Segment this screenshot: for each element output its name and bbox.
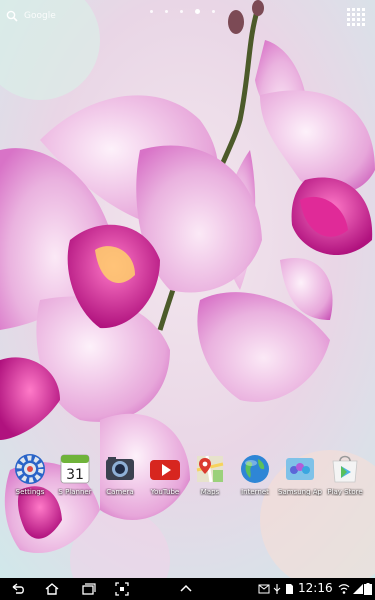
app-label: S Planner bbox=[58, 488, 92, 496]
page-dot bbox=[165, 10, 168, 13]
page-dot bbox=[180, 10, 183, 13]
app-label: Play Store bbox=[327, 488, 363, 496]
app-camera[interactable]: Camera bbox=[97, 452, 143, 496]
app-label: Samsung Ap bbox=[278, 488, 322, 496]
calendar-day: 31 bbox=[66, 467, 84, 483]
play-store-icon bbox=[332, 455, 358, 483]
app-samsung-apps[interactable]: Samsung Ap bbox=[277, 452, 323, 496]
samsung-apps-icon bbox=[286, 458, 314, 480]
google-search-bar[interactable]: Google bbox=[6, 6, 56, 26]
app-maps[interactable]: Maps bbox=[187, 452, 233, 496]
search-icon bbox=[6, 10, 18, 22]
page-dot-active bbox=[195, 9, 200, 14]
settings-icon bbox=[15, 454, 45, 484]
home-icon[interactable] bbox=[44, 581, 60, 597]
app-label: Settings bbox=[15, 488, 45, 496]
app-s-planner[interactable]: 31 S Planner bbox=[52, 452, 98, 496]
app-label: Maps bbox=[200, 488, 220, 496]
app-dock: Settings 31 S Planner Camera YouTube Map… bbox=[0, 452, 375, 504]
chevron-up-icon[interactable] bbox=[178, 581, 194, 597]
recent-apps-icon[interactable] bbox=[80, 581, 96, 597]
calendar-icon: 31 bbox=[60, 454, 90, 484]
app-youtube[interactable]: YouTube bbox=[142, 452, 188, 496]
camera-icon bbox=[106, 457, 134, 480]
page-dot bbox=[150, 10, 153, 13]
app-label: YouTube bbox=[150, 488, 180, 496]
app-label: Internet bbox=[241, 488, 269, 496]
notification-icon bbox=[258, 584, 270, 594]
battery-icon bbox=[364, 583, 372, 595]
app-settings[interactable]: Settings bbox=[7, 452, 53, 496]
sd-card-icon bbox=[286, 584, 293, 594]
app-label: Camera bbox=[106, 488, 134, 496]
wifi-icon bbox=[338, 584, 350, 594]
youtube-icon bbox=[150, 460, 180, 480]
screenshot-icon[interactable] bbox=[114, 581, 130, 597]
usb-icon bbox=[273, 584, 281, 594]
system-navigation-bar: 12:16 bbox=[0, 578, 375, 600]
apps-grid-icon[interactable] bbox=[347, 8, 365, 26]
app-play-store[interactable]: Play Store bbox=[322, 452, 368, 496]
status-clock: 12:16 bbox=[298, 581, 333, 595]
back-icon[interactable] bbox=[10, 581, 26, 597]
globe-icon bbox=[241, 455, 269, 483]
app-internet[interactable]: Internet bbox=[232, 452, 278, 496]
signal-icon bbox=[353, 584, 363, 594]
search-placeholder: Google bbox=[24, 11, 56, 21]
page-dot bbox=[212, 10, 215, 13]
page-indicator bbox=[150, 9, 215, 14]
maps-icon bbox=[196, 455, 224, 483]
